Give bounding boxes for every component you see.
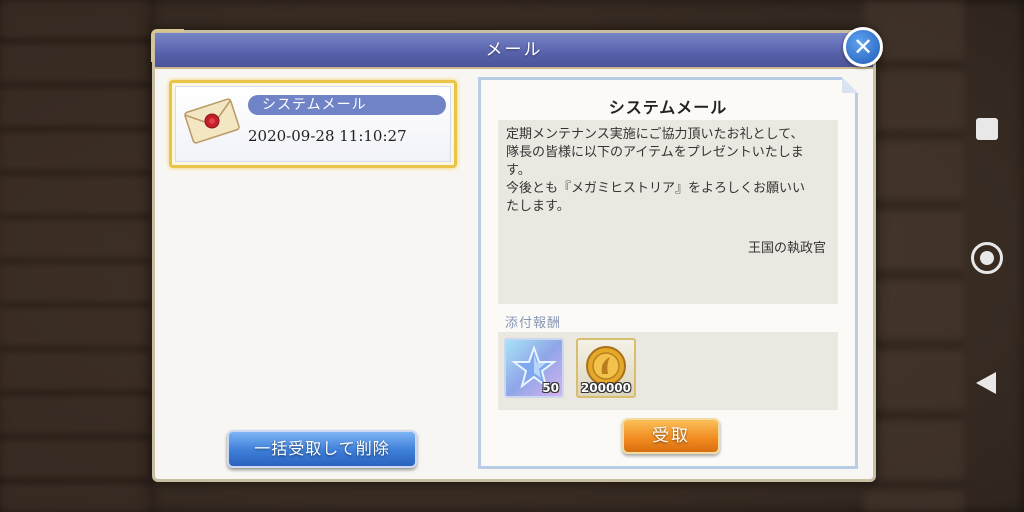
corner-ornament [151,29,184,62]
dialog-title: メール [485,40,543,60]
home-icon[interactable] [971,242,1003,274]
background-bookshelf [0,0,150,512]
reward-quantity: 50 [542,381,559,395]
receive-button[interactable]: 受取 [622,418,720,454]
detail-title: システムメール [608,98,728,117]
mail-item-date: 2020-09-28 11:10:27 [248,127,407,145]
attachments-area: 50 200000 [498,332,838,410]
mail-detail-panel: システムメール 定期メンテナンス実施にご協力頂いたお礼として、 隊長の皆様に以下… [478,77,858,469]
back-icon[interactable] [976,372,996,394]
bulk-receive-delete-button[interactable]: 一括受取して削除 [227,430,417,468]
mail-dialog: メール ✕ システムメール 2020-09-28 11:10:27 一括受取して… [151,27,883,482]
dialog-title-bar: メール [155,33,873,69]
recent-apps-icon[interactable] [976,118,998,140]
mail-list-item[interactable]: システムメール 2020-09-28 11:10:27 [169,80,457,168]
message-line: たします。 [506,199,570,214]
message-line: 今後とも『メガミヒストリア』をよろしくお願いい [506,181,806,196]
reward-item-coin[interactable]: 200000 [576,338,636,398]
reward-quantity: 200000 [580,381,631,395]
close-icon[interactable]: ✕ [843,27,883,67]
message-line: す。 [506,163,531,178]
envelope-icon [184,98,240,144]
message-line: 隊長の皆様に以下のアイテムをプレゼントいたしま [506,145,804,160]
mail-item-name: システムメール [248,95,446,115]
android-nav-bar [960,0,1024,512]
attachments-label: 添付報酬 [505,316,562,331]
mail-list-panel: システムメール 2020-09-28 11:10:27 一括受取して削除 [163,77,463,477]
reward-item-star[interactable]: 50 [504,338,564,398]
message-line: 定期メンテナンス実施にご協力頂いたお礼として、 [506,127,804,142]
background-wall [864,0,964,512]
page-fold [842,77,858,93]
message-body: 定期メンテナンス実施にご協力頂いたお礼として、 隊長の皆様に以下のアイテムをプレ… [498,120,838,304]
message-signature: 王国の執政官 [747,241,826,256]
